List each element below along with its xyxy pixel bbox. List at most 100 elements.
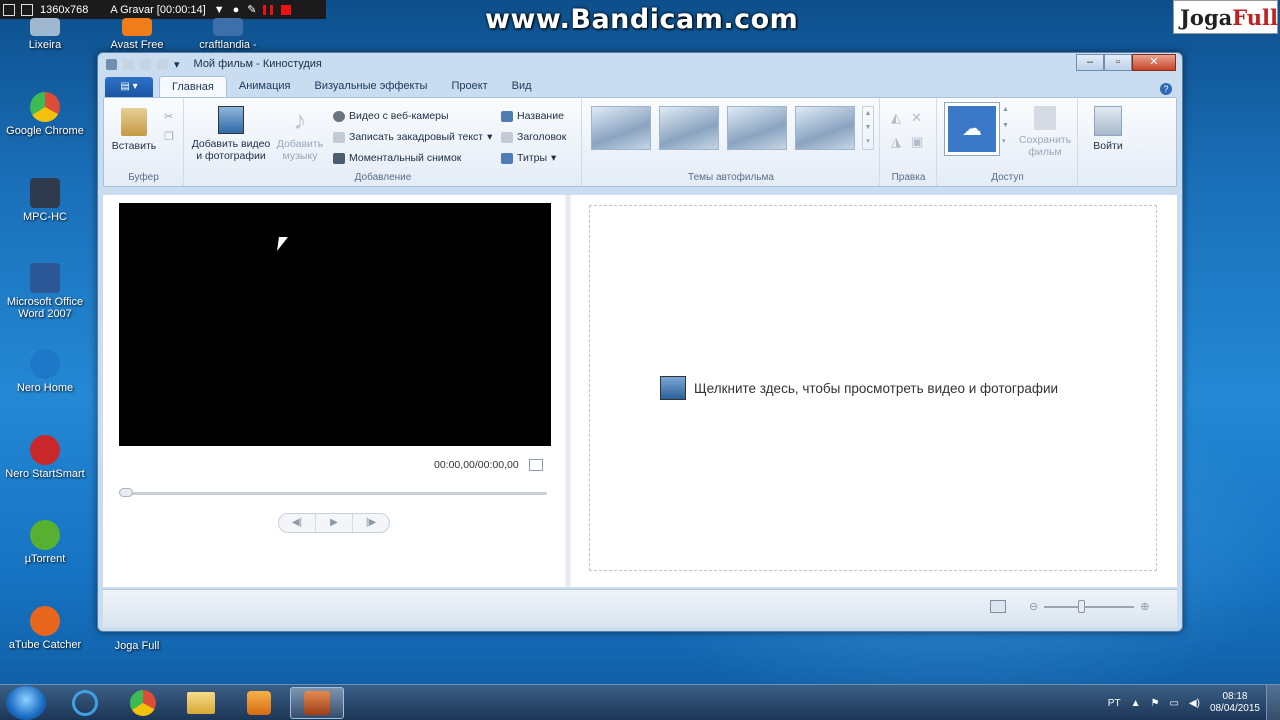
tray-expand-icon[interactable]: ▲	[1131, 698, 1141, 709]
record-narration-button[interactable]: Записать закадровый текст ▾	[333, 131, 492, 143]
zoom-in-icon[interactable]: ⊕	[1140, 600, 1149, 613]
taskbar-movie-maker[interactable]	[290, 687, 344, 719]
tab-home[interactable]: Главная	[159, 76, 227, 97]
caption-button[interactable]: Заголовок	[501, 131, 566, 143]
flag-icon[interactable]: ⚑	[1150, 698, 1159, 709]
undo-icon[interactable]	[140, 58, 151, 70]
maximize-button[interactable]: ▫	[1104, 54, 1132, 71]
title-bar[interactable]: ▾ Мой фильм - Киностудия – ▫ ✕	[98, 53, 1182, 75]
language-indicator[interactable]: PT	[1108, 698, 1121, 709]
fullscreen-preview-button[interactable]	[529, 459, 543, 471]
desktop-icon-avast[interactable]: Avast Free	[93, 18, 181, 51]
start-button[interactable]	[6, 686, 46, 720]
zoom-slider[interactable]	[1044, 599, 1135, 613]
logo-text-1: Joga	[1180, 5, 1233, 30]
gallery-scroll[interactable]: ▲ ▼ ▾	[862, 106, 874, 150]
desktop-icon-chrome[interactable]: Google Chrome	[1, 92, 89, 137]
pencil-icon[interactable]: ✎	[247, 3, 256, 16]
window-title: Мой фильм - Киностудия	[193, 58, 322, 70]
desktop-icon-nero-home[interactable]: Nero Home	[1, 349, 89, 394]
pane-splitter[interactable]	[565, 195, 571, 587]
close-button[interactable]: ✕	[1132, 54, 1176, 71]
tab-visual-effects[interactable]: Визуальные эффекты	[303, 76, 440, 97]
app-icon[interactable]	[106, 58, 117, 70]
add-music-label: Добавить	[276, 138, 324, 150]
tab-view[interactable]: Вид	[500, 76, 544, 97]
taskbar-internet-explorer[interactable]	[58, 687, 112, 719]
file-menu-button[interactable]: ▤ ▾	[105, 77, 153, 97]
rotate-right-icon[interactable]: ◮	[891, 134, 901, 150]
time-display: 00:00,00/00:00,00	[434, 459, 519, 471]
title-button[interactable]: Название	[501, 110, 564, 122]
desktop-icon-utorrent[interactable]: µTorrent	[1, 520, 89, 565]
save-movie-icon	[1034, 106, 1056, 130]
seek-bar[interactable]	[123, 492, 547, 495]
taskbar-media-player[interactable]	[232, 687, 286, 719]
stop-icon[interactable]	[281, 4, 292, 15]
clock-date: 08/04/2015	[1209, 703, 1260, 714]
onedrive-share-button[interactable]: ☁	[944, 102, 1000, 156]
desktop-icon-recycle-bin[interactable]: Lixeira	[1, 18, 89, 51]
help-icon[interactable]: ?	[1160, 83, 1172, 95]
theme-thumbnail-1[interactable]	[591, 106, 651, 150]
minimize-button[interactable]: –	[1076, 54, 1104, 71]
desktop-icon-word[interactable]: Microsoft Office Word 2007	[1, 263, 89, 320]
storyboard-view-icon[interactable]	[990, 600, 1006, 613]
previous-frame-button[interactable]: ◀|	[279, 514, 316, 532]
webcam-video-button[interactable]: Видео с веб-камеры	[333, 110, 449, 122]
storyboard-area[interactable]: Щелкните здесь, чтобы просмотреть видео …	[589, 205, 1157, 571]
taskbar-chrome[interactable]	[116, 687, 170, 719]
remove-icon[interactable]: ✕	[911, 110, 922, 126]
seek-slider-handle[interactable]	[119, 488, 133, 497]
zoom-slider-handle[interactable]	[1078, 599, 1086, 613]
theme-thumbnail-2[interactable]	[659, 106, 719, 150]
redo-icon[interactable]	[157, 58, 168, 70]
next-frame-button[interactable]: |▶	[353, 514, 389, 532]
tab-animation[interactable]: Анимация	[227, 76, 303, 97]
chrome-icon	[130, 690, 156, 716]
video-preview[interactable]	[119, 203, 551, 446]
qat-dropdown-icon[interactable]: ▾	[174, 58, 180, 71]
desktop-icon-mpc-hc[interactable]: MPC-HC	[1, 178, 89, 223]
zoom-out-icon[interactable]: ⊖	[1029, 600, 1038, 613]
desktop-icon-atube[interactable]: aTube Catcher	[1, 606, 89, 651]
show-desktop-button[interactable]	[1266, 685, 1280, 720]
paste-button[interactable]: Вставить	[110, 108, 158, 152]
desktop-icon-craftlandia[interactable]: craftlandia -	[184, 18, 272, 51]
theme-thumbnail-4[interactable]	[795, 106, 855, 150]
rotate-left-icon[interactable]: ◭	[891, 110, 901, 126]
search-icon[interactable]	[21, 3, 33, 16]
utorrent-icon	[30, 520, 60, 550]
taskbar-explorer[interactable]	[174, 687, 228, 719]
add-music-button[interactable]: ♪ Добавить музыку	[275, 106, 325, 162]
title-icon	[501, 110, 513, 122]
chevron-down-icon[interactable]: ▼	[214, 4, 225, 16]
add-video-photos-button[interactable]: Добавить видео и фотографии	[189, 106, 273, 162]
save-icon[interactable]	[123, 58, 134, 70]
pause-icon[interactable]	[263, 4, 274, 15]
camera-icon[interactable]: ●	[233, 4, 240, 16]
mpc-hc-icon	[30, 178, 60, 208]
home-icon[interactable]	[3, 3, 15, 16]
workspace: 00:00,00/00:00,00 ◀| ▶ |▶ Щелкните здесь…	[103, 195, 1177, 587]
sign-in-button[interactable]: Войти	[1086, 106, 1130, 152]
clock[interactable]: 08:18 08/04/2015	[1210, 691, 1260, 715]
share-gallery-scroll[interactable]: ▲ ▼ ▾	[1002, 102, 1012, 156]
copy-icon[interactable]: ❐	[164, 130, 174, 143]
storyboard-hint[interactable]: Щелкните здесь, чтобы просмотреть видео …	[660, 376, 1058, 400]
network-icon[interactable]: ▭	[1169, 698, 1178, 709]
credits-icon	[501, 152, 513, 164]
narration-label: Записать закадровый текст	[349, 131, 484, 143]
desktop-icon-nero-startsmart[interactable]: Nero StartSmart	[1, 435, 89, 480]
select-all-icon[interactable]: ▣	[911, 134, 923, 150]
cut-icon[interactable]: ✂	[164, 110, 173, 123]
theme-thumbnail-3[interactable]	[727, 106, 787, 150]
play-button[interactable]: ▶	[316, 514, 353, 532]
desktop-icon-jogafull[interactable]: Joga Full	[93, 640, 181, 654]
save-movie-button[interactable]: Сохранить фильм	[1016, 106, 1074, 158]
credits-button[interactable]: Титры ▾	[501, 152, 556, 164]
tab-project[interactable]: Проект	[439, 76, 499, 97]
volume-icon[interactable]: ◀)	[1189, 698, 1200, 709]
webcam-icon	[333, 110, 345, 122]
snapshot-button[interactable]: Моментальный снимок	[333, 152, 461, 164]
